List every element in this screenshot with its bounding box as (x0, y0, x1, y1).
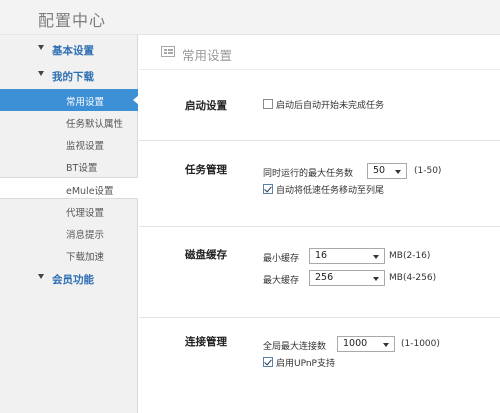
chevron-down-icon (373, 255, 379, 259)
max-connections-range: (1-1000) (401, 339, 440, 349)
section-label-startup: 启动设置 (185, 100, 227, 112)
sidebar: 基本设置 我的下载 常用设置 任务默认属性 监视设置 BT设置 eMule设置 … (0, 35, 139, 413)
max-cache-select[interactable]: 256 (309, 270, 385, 286)
expand-arrow-icon (38, 274, 44, 279)
divider (139, 69, 500, 70)
section-label-tasks: 任务管理 (185, 164, 227, 176)
sidebar-group-my-downloads[interactable]: 我的下载 (0, 65, 138, 89)
section-label-disk-cache: 磁盘缓存 (185, 249, 227, 261)
max-connections-label: 全局最大连接数 (263, 342, 327, 352)
chevron-down-icon (383, 343, 389, 347)
expand-arrow-icon (38, 71, 44, 76)
sidebar-item-label: 常用设置 (66, 97, 105, 108)
chevron-down-icon (373, 277, 379, 281)
sidebar-group-label: 基本设置 (52, 45, 94, 57)
sidebar-item-emule-settings[interactable]: eMule设置 (0, 177, 138, 199)
sidebar-item-proxy-settings[interactable]: 代理设置 (0, 200, 138, 222)
settings-list-icon (161, 46, 175, 57)
expand-arrow-icon (38, 45, 44, 50)
window-title: 配置中心 (38, 11, 107, 30)
move-slow-tasks-checkbox[interactable] (263, 184, 273, 194)
upnp-label: 启用UPnP支持 (276, 359, 335, 369)
max-tasks-value: 50 (373, 165, 386, 176)
sidebar-item-monitor-settings[interactable]: 监视设置 (0, 133, 138, 155)
divider (139, 140, 500, 141)
sidebar-group-label: 我的下载 (52, 71, 94, 83)
sidebar-item-label: 下载加速 (66, 252, 105, 263)
upnp-checkbox[interactable] (263, 357, 273, 367)
max-cache-label: 最大缓存 (263, 276, 300, 286)
sidebar-item-notifications[interactable]: 消息提示 (0, 222, 138, 244)
min-cache-value: 16 (315, 250, 328, 261)
max-cache-value: 256 (315, 272, 334, 283)
sidebar-item-label: 监视设置 (66, 141, 105, 152)
min-cache-select[interactable]: 16 (309, 248, 385, 264)
page-title-text: 常用设置 (182, 48, 233, 63)
sidebar-item-label: BT设置 (66, 163, 98, 174)
sidebar-group-basic[interactable]: 基本设置 (0, 39, 138, 63)
auto-start-label: 启动后自动开始未完成任务 (276, 101, 385, 111)
min-cache-unit: MB(2-16) (389, 251, 431, 261)
sidebar-item-label: 消息提示 (66, 230, 105, 241)
divider (139, 226, 500, 227)
settings-panel: 常用设置 启动设置 启动后自动开始未完成任务 任务管理 同时运行的最大任务数 5… (139, 35, 500, 413)
move-slow-tasks-label: 自动将低速任务移动至列尾 (276, 186, 385, 196)
sidebar-item-task-defaults[interactable]: 任务默认属性 (0, 111, 138, 133)
max-connections-select[interactable]: 1000 (337, 336, 395, 352)
sidebar-item-label: 任务默认属性 (66, 119, 124, 130)
max-tasks-label: 同时运行的最大任务数 (263, 169, 354, 179)
max-tasks-range: (1-50) (414, 166, 442, 176)
max-connections-value: 1000 (343, 338, 368, 349)
divider (139, 317, 500, 318)
title-bar: 配置中心 (0, 0, 500, 35)
sidebar-item-label: 代理设置 (66, 208, 105, 219)
sidebar-group-label: 会员功能 (52, 274, 94, 286)
sidebar-item-bt-settings[interactable]: BT设置 (0, 155, 138, 177)
max-cache-unit: MB(4-256) (389, 273, 437, 283)
sidebar-group-member-features[interactable]: 会员功能 (0, 268, 138, 292)
chevron-down-icon (395, 170, 401, 174)
auto-start-checkbox[interactable] (263, 99, 273, 109)
sidebar-item-common-settings[interactable]: 常用设置 (0, 89, 139, 111)
min-cache-label: 最小缓存 (263, 254, 300, 264)
sidebar-item-download-acceleration[interactable]: 下载加速 (0, 244, 138, 266)
section-label-connection: 连接管理 (185, 336, 227, 348)
sidebar-item-label: eMule设置 (66, 186, 114, 197)
max-tasks-select[interactable]: 50 (367, 163, 407, 179)
